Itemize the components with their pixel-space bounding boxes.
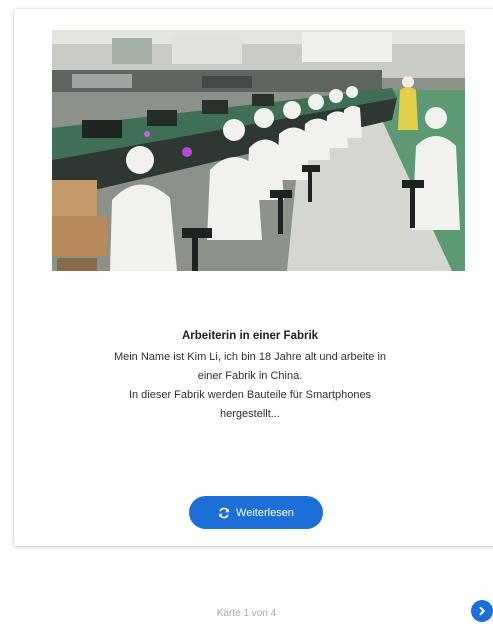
card-body-line: Mein Name ist Kim Li, ich bin 18 Jahre a…: [113, 351, 387, 363]
read-more-button[interactable]: Weiterlesen: [189, 496, 323, 529]
factory-photo: [52, 30, 465, 271]
read-more-label: Weiterlesen: [236, 506, 294, 519]
card-body-line: In dieser Fabrik werden Bauteile für Sma…: [128, 389, 372, 401]
chevron-right-icon: [477, 606, 487, 616]
pager-text: Karte 1 von 4: [216, 608, 277, 619]
factory-photo-image: [52, 30, 465, 271]
card-body-line: einer Fabrik in China.: [197, 370, 303, 382]
card-text: Arbeiterin in einer Fabrik Mein Name ist…: [34, 327, 466, 424]
next-card-button[interactable]: [471, 600, 493, 622]
card-title: Arbeiterin in einer Fabrik: [181, 330, 319, 342]
card-body: Mein Name ist Kim Li, ich bin 18 Jahre a…: [34, 348, 466, 424]
card-body-line: hergestellt...: [220, 408, 280, 420]
story-card: Arbeiterin in einer Fabrik Mein Name ist…: [14, 9, 493, 546]
page: Arbeiterin in einer Fabrik Mein Name ist…: [0, 0, 493, 624]
refresh-icon: [218, 507, 230, 519]
